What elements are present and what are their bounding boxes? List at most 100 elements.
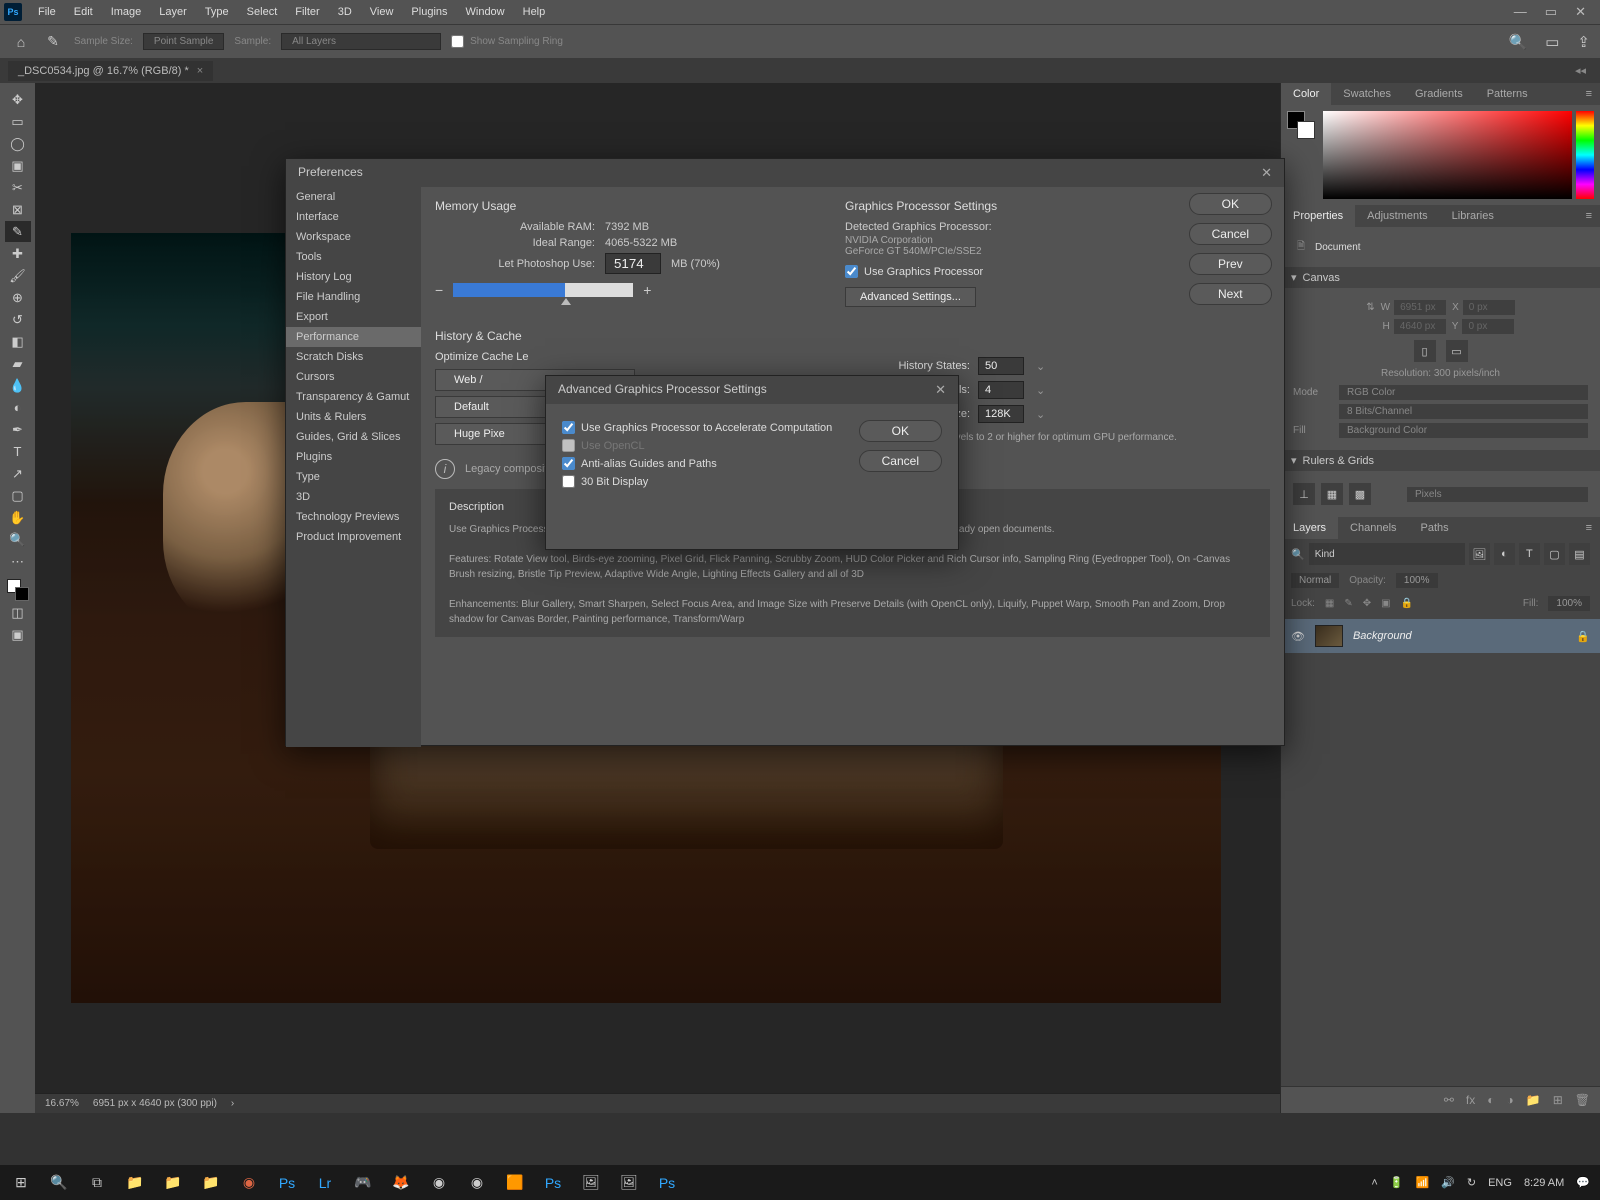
- cache-levels-field[interactable]: 4: [978, 381, 1024, 399]
- bits-dropdown[interactable]: 8 Bits/Channel: [1339, 404, 1588, 419]
- color-panel[interactable]: [1281, 105, 1600, 205]
- lock-artboard-icon[interactable]: ▣: [1381, 598, 1390, 609]
- link-icon[interactable]: ⇅: [1366, 302, 1374, 313]
- grid-icon[interactable]: ▦: [1321, 483, 1343, 505]
- adv-ok-button[interactable]: OK: [859, 420, 942, 442]
- heal-tool-icon[interactable]: ✚: [5, 243, 31, 264]
- section-canvas[interactable]: ▾Canvas: [1281, 267, 1600, 288]
- prefs-prev-button[interactable]: Prev: [1189, 253, 1272, 275]
- prefs-ok-button[interactable]: OK: [1189, 193, 1272, 215]
- tray-sync-icon[interactable]: ↻: [1467, 1176, 1476, 1189]
- frame-tool-icon[interactable]: ⊠: [5, 199, 31, 220]
- slider-plus-icon[interactable]: +: [643, 282, 651, 298]
- opacity-field[interactable]: 100%: [1396, 573, 1438, 588]
- taskbar-app[interactable]: Ps: [650, 1168, 684, 1198]
- path-tool-icon[interactable]: ↗: [5, 463, 31, 484]
- orientation-landscape-icon[interactable]: ▭: [1446, 340, 1468, 362]
- lock-pixel-icon[interactable]: ✎: [1344, 598, 1352, 609]
- shape-tool-icon[interactable]: ▢: [5, 485, 31, 506]
- x-field[interactable]: 0 px: [1463, 300, 1515, 315]
- lock-all-icon[interactable]: 🔒: [1401, 598, 1413, 609]
- tab-swatches[interactable]: Swatches: [1331, 83, 1403, 105]
- adv-cancel-button[interactable]: Cancel: [859, 450, 942, 472]
- tray-chevron-icon[interactable]: ˄: [1371, 1177, 1377, 1189]
- eyedropper-tool-icon[interactable]: ✎: [42, 31, 64, 53]
- layer-lock-icon[interactable]: 🔒: [1576, 630, 1590, 643]
- tray-volume-icon[interactable]: 🔊: [1441, 1176, 1455, 1189]
- panel-menu-icon[interactable]: ≡: [1578, 83, 1600, 105]
- tab-channels[interactable]: Channels: [1338, 517, 1408, 539]
- task-view-icon[interactable]: ⧉: [80, 1168, 114, 1198]
- type-tool-icon[interactable]: T: [5, 441, 31, 462]
- stepper-icon[interactable]: ⌄: [1032, 384, 1049, 397]
- sample-dropdown[interactable]: All Layers: [281, 33, 441, 50]
- minimize-icon[interactable]: —: [1514, 4, 1527, 20]
- trash-icon[interactable]: 🗑: [1575, 1093, 1590, 1107]
- ruler-unit-dropdown[interactable]: Pixels: [1407, 487, 1588, 502]
- start-icon[interactable]: ⊞: [4, 1168, 38, 1198]
- layer-row-background[interactable]: 👁 Background 🔒: [1281, 619, 1600, 653]
- prefs-nav-plugins[interactable]: Plugins: [286, 447, 421, 467]
- mask-icon[interactable]: ◐: [1487, 1093, 1494, 1107]
- tab-color[interactable]: Color: [1281, 83, 1331, 105]
- tray-battery-icon[interactable]: 🔋: [1390, 1176, 1404, 1189]
- tray-lang[interactable]: ENG: [1488, 1177, 1512, 1189]
- prefs-nav-interface[interactable]: Interface: [286, 207, 421, 227]
- new-layer-icon[interactable]: ⊞: [1553, 1093, 1563, 1107]
- taskbar-lr-icon[interactable]: Lr: [308, 1168, 342, 1198]
- prefs-close-icon[interactable]: ✕: [1261, 165, 1272, 181]
- brush-tool-icon[interactable]: 🖌: [5, 265, 31, 286]
- marquee-tool-icon[interactable]: ▭: [5, 111, 31, 132]
- close-icon[interactable]: ✕: [1575, 4, 1586, 20]
- prefs-nav-cursors[interactable]: Cursors: [286, 367, 421, 387]
- taskbar-app[interactable]: 🎮: [346, 1168, 380, 1198]
- prefs-nav-historylog[interactable]: History Log: [286, 267, 421, 287]
- menu-view[interactable]: View: [362, 0, 402, 24]
- tab-patterns[interactable]: Patterns: [1475, 83, 1540, 105]
- prefs-nav-workspace[interactable]: Workspace: [286, 227, 421, 247]
- use-gpu-check[interactable]: [845, 265, 858, 278]
- adv-30bit-check[interactable]: [562, 475, 575, 488]
- dodge-tool-icon[interactable]: ◐: [5, 397, 31, 418]
- workspace-icon[interactable]: ▭: [1545, 33, 1559, 51]
- tab-libraries[interactable]: Libraries: [1440, 205, 1506, 227]
- more-tools-icon[interactable]: ⋯: [5, 551, 31, 572]
- hand-tool-icon[interactable]: ✋: [5, 507, 31, 528]
- menu-plugins[interactable]: Plugins: [403, 0, 455, 24]
- tray-time[interactable]: 8:29 AM: [1524, 1177, 1564, 1189]
- info-chevron-icon[interactable]: ›: [231, 1098, 234, 1109]
- advanced-settings-button[interactable]: Advanced Settings...: [845, 287, 976, 307]
- crop-tool-icon[interactable]: ✂: [5, 177, 31, 198]
- prefs-nav-general[interactable]: General: [286, 187, 421, 207]
- gradient-tool-icon[interactable]: ▰: [5, 353, 31, 374]
- prefs-nav-guides[interactable]: Guides, Grid & Slices: [286, 427, 421, 447]
- y-field[interactable]: 0 px: [1462, 319, 1514, 334]
- tab-close-icon[interactable]: ×: [197, 65, 203, 77]
- blur-tool-icon[interactable]: 💧: [5, 375, 31, 396]
- tab-properties[interactable]: Properties: [1281, 205, 1355, 227]
- prefs-nav-performance[interactable]: Performance: [286, 327, 421, 347]
- tray-wifi-icon[interactable]: 📶: [1415, 1176, 1429, 1189]
- taskbar-firefox-icon[interactable]: 🦊: [384, 1168, 418, 1198]
- memory-slider[interactable]: [453, 283, 633, 297]
- panel-toggle-icon[interactable]: ◂◂: [1575, 64, 1592, 77]
- group-icon[interactable]: 📁: [1526, 1093, 1541, 1107]
- let-use-input[interactable]: [605, 253, 661, 274]
- task-search-icon[interactable]: 🔍: [42, 1168, 76, 1198]
- orientation-portrait-icon[interactable]: ▯: [1414, 340, 1436, 362]
- height-field[interactable]: 4640 px: [1394, 319, 1446, 334]
- taskbar-app[interactable]: 📁: [194, 1168, 228, 1198]
- prefs-cancel-button[interactable]: Cancel: [1189, 223, 1272, 245]
- taskbar-app[interactable]: 🖼: [574, 1168, 608, 1198]
- adv-antialias-check[interactable]: [562, 457, 575, 470]
- fill-pct-field[interactable]: 100%: [1548, 596, 1590, 611]
- blend-mode-dropdown[interactable]: Normal: [1291, 573, 1339, 588]
- search-icon[interactable]: 🔍: [1291, 548, 1305, 561]
- link-layers-icon[interactable]: ⚯: [1444, 1093, 1454, 1107]
- prefs-nav-type[interactable]: Type: [286, 467, 421, 487]
- fg-bg-color[interactable]: [7, 579, 29, 601]
- prefs-nav-tech[interactable]: Technology Previews: [286, 507, 421, 527]
- menu-file[interactable]: File: [30, 0, 64, 24]
- doc-tab[interactable]: _DSC0534.jpg @ 16.7% (RGB/8) * ×: [8, 61, 213, 81]
- menu-help[interactable]: Help: [515, 0, 554, 24]
